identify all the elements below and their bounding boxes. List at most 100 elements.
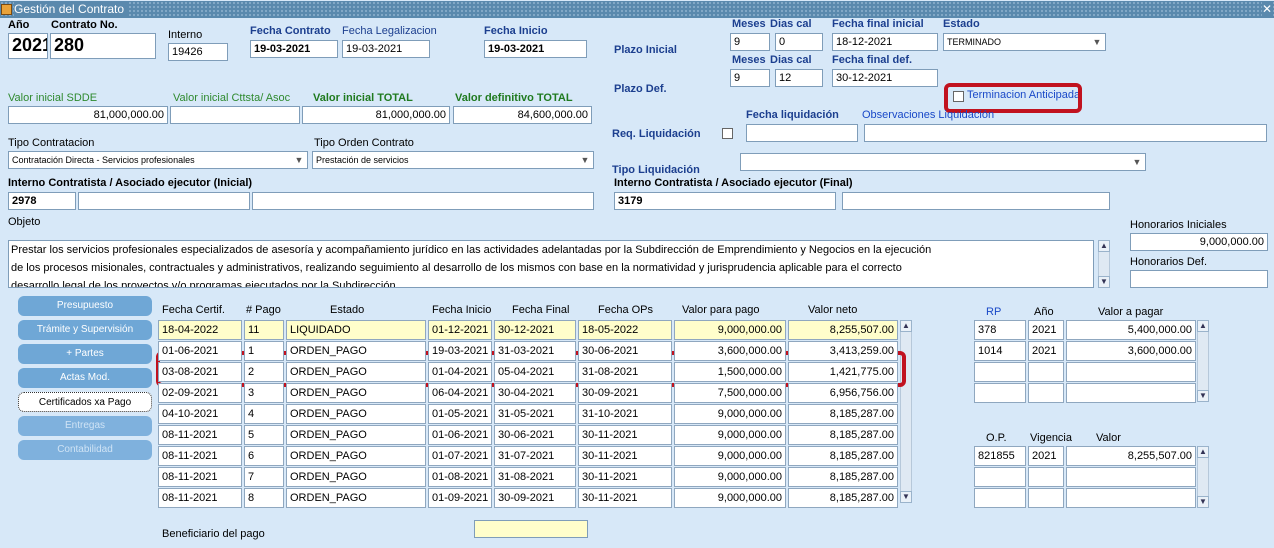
tab-contabilidad[interactable]: Contabilidad xyxy=(18,440,152,460)
pagos-table-cell[interactable]: 08-11-2021 xyxy=(158,425,242,445)
op-table-cell[interactable]: 8,255,507.00 xyxy=(1066,446,1196,466)
scroll-up-icon[interactable]: ▲ xyxy=(900,320,912,332)
pagos-table-cell[interactable]: 01-12-2021 xyxy=(428,320,492,340)
pagos-table-cell[interactable]: 8,185,287.00 xyxy=(788,467,898,487)
plazo-def-dias-field[interactable]: 12 xyxy=(775,69,823,87)
rp-table-cell[interactable] xyxy=(1028,383,1064,403)
tab-tramite-supervision[interactable]: Trámite y Supervisión xyxy=(18,320,152,340)
pagos-table-cell[interactable]: ORDEN_PAGO xyxy=(286,383,426,403)
pagos-table-cell[interactable]: 30-11-2021 xyxy=(578,446,672,466)
pagos-table-cell[interactable]: 3,600,000.00 xyxy=(674,341,786,361)
pagos-table-cell[interactable]: 05-04-2021 xyxy=(494,362,576,382)
fecha-final-def-field[interactable]: 30-12-2021 xyxy=(832,69,938,87)
valor-inicial-total-field[interactable]: 81,000,000.00 xyxy=(302,106,450,124)
beneficiario-field[interactable] xyxy=(474,520,588,538)
pagos-table-cell[interactable]: 08-11-2021 xyxy=(158,488,242,508)
pagos-table-cell[interactable]: 08-11-2021 xyxy=(158,446,242,466)
pagos-table-cell[interactable]: 9,000,000.00 xyxy=(674,488,786,508)
pagos-table-cell[interactable]: 18-05-2022 xyxy=(578,320,672,340)
pagos-table-cell[interactable]: 8,185,287.00 xyxy=(788,404,898,424)
pagos-table-cell[interactable]: ORDEN_PAGO xyxy=(286,467,426,487)
fecha-inicio-field[interactable]: 19-03-2021 xyxy=(484,40,587,58)
pagos-table-cell[interactable]: 01-06-2021 xyxy=(428,425,492,445)
tipo-orden-select[interactable]: Prestación de servicios ▼ xyxy=(312,151,594,169)
chevron-down-icon[interactable]: ▼ xyxy=(1130,155,1144,169)
plazo-ini-dias-field[interactable]: 0 xyxy=(775,33,823,51)
pagos-table-cell[interactable]: LIQUIDADO xyxy=(286,320,426,340)
pagos-table-cell[interactable]: 03-08-2021 xyxy=(158,362,242,382)
pagos-table-cell[interactable]: 1 xyxy=(244,341,284,361)
tipo-contratacion-select[interactable]: Contratación Directa - Servicios profesi… xyxy=(8,151,308,169)
pagos-table-cell[interactable]: 9,000,000.00 xyxy=(674,446,786,466)
pagos-table-cell[interactable]: ORDEN_PAGO xyxy=(286,341,426,361)
pagos-table-cell[interactable]: 8,185,287.00 xyxy=(788,488,898,508)
pagos-table-cell[interactable]: 4 xyxy=(244,404,284,424)
pagos-table-cell[interactable]: 01-06-2021 xyxy=(158,341,242,361)
contratista-inicial-name-field[interactable] xyxy=(252,192,594,210)
scroll-down-icon[interactable]: ▼ xyxy=(1098,276,1110,288)
pagos-table-cell[interactable]: 01-05-2021 xyxy=(428,404,492,424)
op-table-cell[interactable] xyxy=(974,488,1026,508)
honorarios-def-field[interactable] xyxy=(1130,270,1268,288)
chevron-down-icon[interactable]: ▼ xyxy=(292,153,306,167)
pagos-table-cell[interactable]: 31-05-2021 xyxy=(494,404,576,424)
rp-table-cell[interactable]: 3,600,000.00 xyxy=(1066,341,1196,361)
pagos-table-cell[interactable]: 6,956,756.00 xyxy=(788,383,898,403)
tab-actas-mod[interactable]: Actas Mod. xyxy=(18,368,152,388)
pagos-table-cell[interactable]: 31-03-2021 xyxy=(494,341,576,361)
pagos-table-cell[interactable]: ORDEN_PAGO xyxy=(286,425,426,445)
pagos-table-cell[interactable]: 6 xyxy=(244,446,284,466)
rp-table-cell[interactable] xyxy=(974,383,1026,403)
pagos-table-cell[interactable]: 9,000,000.00 xyxy=(674,467,786,487)
rp-table-cell[interactable]: 2021 xyxy=(1028,341,1064,361)
pagos-table-cell[interactable]: ORDEN_PAGO xyxy=(286,488,426,508)
scroll-down-icon[interactable]: ▼ xyxy=(1197,496,1209,508)
pagos-table-cell[interactable]: 30-11-2021 xyxy=(578,488,672,508)
tab-presupuesto[interactable]: Presupuesto xyxy=(18,296,152,316)
tab-entregas[interactable]: Entregas xyxy=(18,416,152,436)
pagos-table-cell[interactable]: 1,421,775.00 xyxy=(788,362,898,382)
pagos-table-cell[interactable]: 5 xyxy=(244,425,284,445)
op-table-cell[interactable]: 2021 xyxy=(1028,446,1064,466)
observaciones-liquidacion-field[interactable] xyxy=(864,124,1267,142)
pagos-table-cell[interactable]: 01-09-2021 xyxy=(428,488,492,508)
pagos-table-cell[interactable]: 1,500,000.00 xyxy=(674,362,786,382)
contratista-inicial-aux-field[interactable] xyxy=(78,192,250,210)
pagos-table-cell[interactable]: 9,000,000.00 xyxy=(674,404,786,424)
contratista-final-name-field[interactable] xyxy=(842,192,1110,210)
fecha-liquidacion-field[interactable] xyxy=(746,124,858,142)
objeto-scrollbar[interactable]: ▲ ▼ xyxy=(1098,240,1110,288)
pagos-table-cell[interactable]: 30-06-2021 xyxy=(578,341,672,361)
valor-inicial-cttsta-field[interactable] xyxy=(170,106,300,124)
tipo-liquidacion-select[interactable]: ▼ xyxy=(740,153,1146,171)
pagos-table-cell[interactable]: 30-11-2021 xyxy=(578,425,672,445)
pagos-table-cell[interactable]: 04-10-2021 xyxy=(158,404,242,424)
op-table-cell[interactable] xyxy=(1028,488,1064,508)
pagos-table-cell[interactable]: 8 xyxy=(244,488,284,508)
pagos-table-cell[interactable]: 30-06-2021 xyxy=(494,425,576,445)
estado-select[interactable]: TERMINADO ▼ xyxy=(943,33,1106,51)
rp-table-cell[interactable]: 2021 xyxy=(1028,320,1064,340)
scroll-down-icon[interactable]: ▼ xyxy=(1197,390,1209,402)
pagos-table-cell[interactable]: 2 xyxy=(244,362,284,382)
pagos-scrollbar[interactable]: ▲ ▼ xyxy=(900,320,912,503)
rp-table-cell[interactable] xyxy=(974,362,1026,382)
pagos-table-cell[interactable]: 3,413,259.00 xyxy=(788,341,898,361)
rp-table-cell[interactable]: 1014 xyxy=(974,341,1026,361)
objeto-textarea[interactable]: Prestar los servicios profesionales espe… xyxy=(8,240,1094,288)
pagos-table-cell[interactable]: 01-08-2021 xyxy=(428,467,492,487)
close-icon[interactable]: ✕ xyxy=(1261,1,1272,18)
op-scrollbar[interactable]: ▲ ▼ xyxy=(1197,446,1209,508)
valor-definitivo-total-field[interactable]: 84,600,000.00 xyxy=(453,106,592,124)
pagos-table-cell[interactable]: 30-04-2021 xyxy=(494,383,576,403)
scroll-up-icon[interactable]: ▲ xyxy=(1197,320,1209,332)
pagos-table-cell[interactable]: 7,500,000.00 xyxy=(674,383,786,403)
pagos-table-cell[interactable]: 30-12-2021 xyxy=(494,320,576,340)
pagos-table-cell[interactable]: 11 xyxy=(244,320,284,340)
op-table-cell[interactable]: 821855 xyxy=(974,446,1026,466)
pagos-table-cell[interactable]: 06-04-2021 xyxy=(428,383,492,403)
op-table-cell[interactable] xyxy=(1066,467,1196,487)
pagos-table-cell[interactable]: 30-09-2021 xyxy=(578,383,672,403)
fecha-contrato-field[interactable]: 19-03-2021 xyxy=(250,40,338,58)
pagos-table-cell[interactable]: ORDEN_PAGO xyxy=(286,404,426,424)
